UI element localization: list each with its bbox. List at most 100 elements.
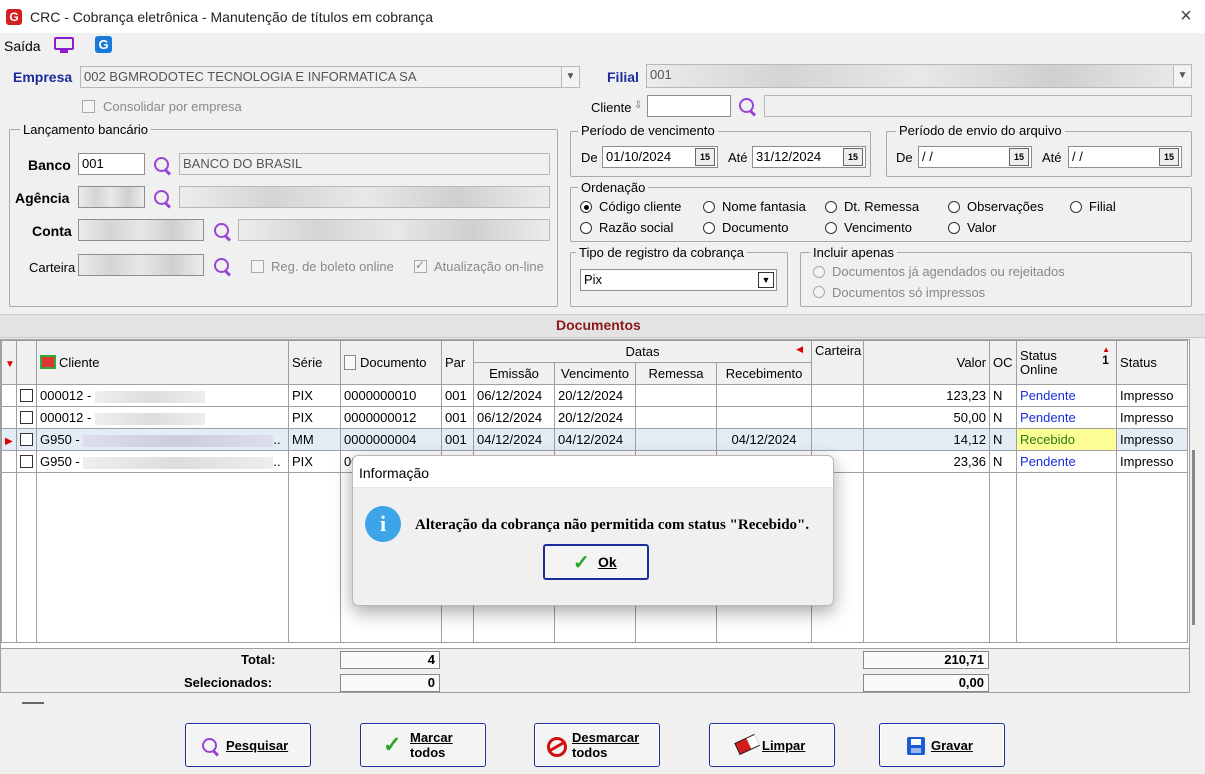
venc-ate-input[interactable]: 31/12/2024 15 [752, 146, 866, 168]
cell-status-online: Pendente [1016, 384, 1118, 407]
cell-documento: 0000000004 [340, 428, 442, 451]
tipo-registro-select[interactable]: Pix ▼ [580, 269, 777, 291]
col-emissao[interactable]: Emissão [473, 362, 555, 385]
row-checkbox[interactable] [20, 389, 33, 402]
col-recebimento[interactable]: Recebimento [715, 362, 813, 385]
radio-documento[interactable] [703, 222, 715, 234]
table-row[interactable]: 000012 - PIX 0000000010 001 06/12/2024 2… [1, 384, 1189, 407]
limpar-button[interactable]: Limpar [709, 723, 835, 767]
banco-input[interactable]: 001 [78, 153, 145, 175]
col-status[interactable]: Status [1116, 340, 1189, 385]
row-checkbox[interactable] [20, 455, 33, 468]
atualizacao-checkbox[interactable] [414, 258, 427, 273]
chevron-down-icon[interactable]: ▼ [561, 67, 579, 87]
table-row[interactable]: 000012 - PIX 0000000012 001 06/12/2024 2… [1, 406, 1189, 429]
col-datas: Datas ◀ [472, 340, 813, 363]
envio-de-label: De [896, 150, 913, 165]
carteira-input[interactable] [78, 254, 204, 276]
radio-agendados[interactable] [813, 266, 825, 278]
cell-oc: N [989, 428, 1018, 451]
cell-carteira [811, 428, 865, 451]
col-remessa[interactable]: Remessa [635, 362, 717, 385]
cell-serie: MM [288, 428, 341, 451]
vencimento-legend: Período de vencimento [578, 123, 718, 138]
empresa-select[interactable]: 002 BGMRODOTEC TECNOLOGIA E INFORMATICA … [80, 66, 580, 88]
col-carteira[interactable]: Carteira [811, 340, 865, 385]
pesquisar-button[interactable]: Pesquisar [185, 723, 311, 767]
row-checkbox[interactable] [20, 433, 33, 446]
cliente-input[interactable] [647, 95, 731, 117]
gravar-button[interactable]: Gravar [879, 723, 1005, 767]
selecionados-label: Selecionados: [184, 675, 273, 690]
menu-saida[interactable]: Saída [4, 38, 41, 54]
envio-ate-input[interactable]: / / 15 [1068, 146, 1182, 168]
sort-left-icon: ◀ [796, 344, 804, 354]
vertical-scrollbar[interactable] [1192, 450, 1195, 625]
radio-observacoes[interactable] [948, 201, 960, 213]
cell-serie: PIX [288, 450, 341, 473]
horizontal-scrollbar[interactable] [22, 702, 44, 704]
envio-ate-label: Até [1042, 150, 1062, 165]
monitor-icon[interactable] [54, 37, 74, 53]
search-icon[interactable] [212, 256, 232, 276]
search-icon[interactable] [152, 188, 172, 208]
radio-razao-social[interactable] [580, 222, 592, 234]
chevron-down-icon[interactable]: ▼ [758, 272, 774, 288]
col-oc[interactable]: OC [989, 340, 1018, 385]
search-icon[interactable] [737, 96, 757, 116]
consolidar-checkbox[interactable] [82, 100, 95, 113]
row-checkbox-cell[interactable] [16, 450, 37, 473]
row-checkbox[interactable] [20, 411, 33, 424]
document-icon [344, 355, 356, 370]
row-marker [1, 384, 17, 407]
row-checkbox-cell[interactable] [16, 428, 37, 451]
conta-input[interactable] [78, 219, 204, 241]
search-icon[interactable] [152, 155, 172, 175]
cell-serie: PIX [288, 406, 341, 429]
blurred-name [94, 412, 205, 425]
marcar-todos-button[interactable]: ✓ Marcar todos [360, 723, 486, 767]
col-serie[interactable]: Série [288, 340, 341, 385]
cell-status: Impresso [1116, 384, 1189, 407]
envio-de-input[interactable]: / / 15 [918, 146, 1032, 168]
col-cliente[interactable]: Cliente [36, 340, 289, 385]
agencia-input[interactable] [78, 186, 145, 208]
col-documento[interactable]: Documento [340, 340, 442, 385]
calendar-icon[interactable]: 15 [1159, 148, 1179, 166]
filial-select[interactable]: 001 ▼ [646, 64, 1192, 88]
marcar-label-2: todos [410, 745, 446, 760]
blurred-name [94, 390, 205, 403]
calendar-icon[interactable]: 15 [1009, 148, 1029, 166]
radio-dt-remessa[interactable] [825, 201, 837, 213]
reg-boleto-checkbox[interactable] [251, 260, 264, 273]
cell-vencimento: 20/12/2024 [554, 406, 636, 429]
close-icon[interactable]: × [1175, 5, 1197, 27]
chevron-down-icon[interactable]: ▼ [1173, 66, 1191, 86]
desmarcar-todos-button[interactable]: Desmarcar todos [534, 723, 660, 767]
radio-impressos[interactable] [813, 286, 825, 298]
col-valor[interactable]: Valor [863, 340, 991, 385]
row-checkbox-cell[interactable] [16, 406, 37, 429]
col-par[interactable]: Par [441, 340, 474, 385]
radio-valor[interactable] [948, 222, 960, 234]
radio-filial[interactable] [1070, 201, 1082, 213]
radio-vencimento[interactable] [825, 222, 837, 234]
radio-codigo-cliente[interactable] [580, 201, 592, 213]
table-row-selected[interactable]: ▶ G950 - .. MM 0000000004 001 04/12/2024… [1, 428, 1189, 451]
calendar-icon[interactable]: 15 [695, 148, 715, 166]
ok-button[interactable]: ✓ Ok [543, 544, 649, 580]
search-icon[interactable] [212, 221, 232, 241]
cell-remessa [635, 384, 717, 407]
radio-nome-fantasia[interactable] [703, 201, 715, 213]
title-bar: G CRC - Cobrança eletrônica - Manutenção… [0, 0, 1205, 33]
cell-status-online: Pendente [1016, 406, 1118, 429]
calendar-icon[interactable]: 15 [843, 148, 863, 166]
ok-label: Ok [598, 554, 617, 570]
row-checkbox-cell[interactable] [16, 384, 37, 407]
selecionados-count: 0 [340, 674, 440, 692]
col-vencimento[interactable]: Vencimento [554, 362, 636, 385]
app-g-icon[interactable]: G [95, 36, 112, 53]
venc-de-input[interactable]: 01/10/2024 15 [602, 146, 718, 168]
col-status-online[interactable]: Status Online ▲ 1 [1016, 340, 1118, 385]
cell-oc: N [989, 384, 1018, 407]
